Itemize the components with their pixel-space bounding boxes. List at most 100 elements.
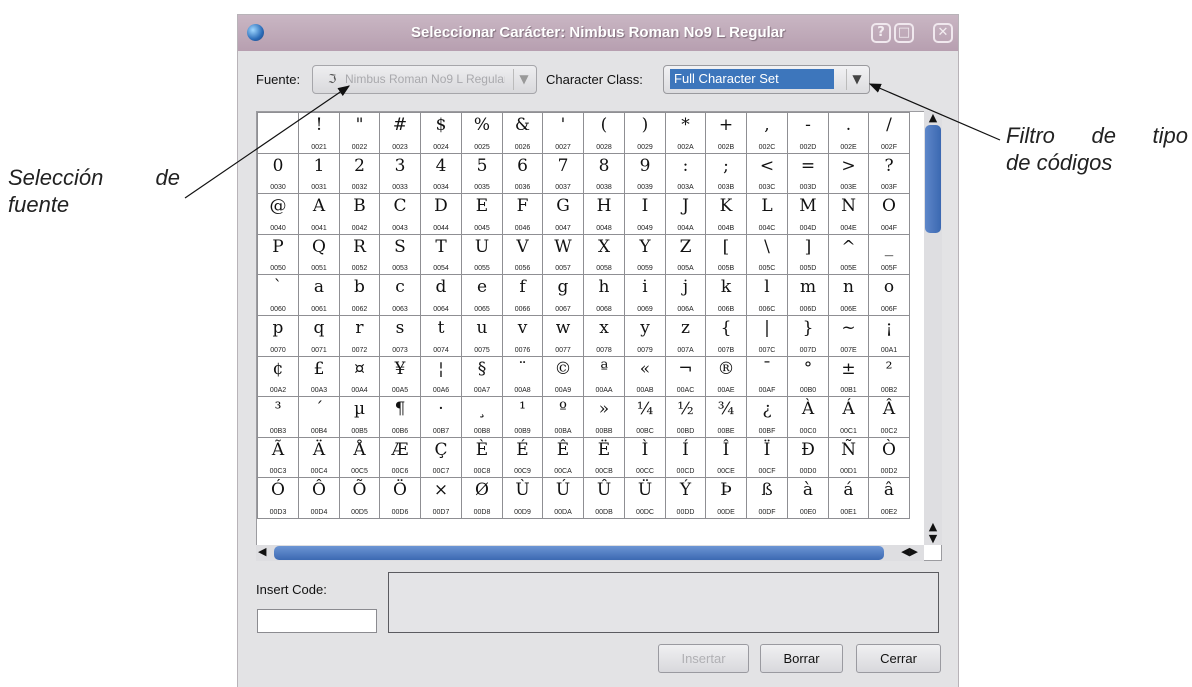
character-cell[interactable]: s 0073 [379,315,421,357]
character-cell[interactable]: © 00A9 [542,356,584,397]
character-cell[interactable]: Å 00C5 [339,437,380,478]
clear-button[interactable]: Borrar [760,644,843,673]
character-cell[interactable]: #0023 [379,112,421,154]
character-cell[interactable] [257,112,299,154]
character-cell[interactable]: U 0055 [461,234,503,275]
character-cell[interactable]: / 002F [868,112,910,154]
character-cell[interactable]: c 0063 [379,274,421,316]
character-cell[interactable]: « 00AB [624,356,666,397]
character-cell[interactable]: W 0057 [542,234,584,275]
character-cell[interactable]: & 0026 [502,112,543,154]
character-cell[interactable]: ¨ 00A8 [502,356,543,397]
character-cell[interactable]: i 0069 [624,274,666,316]
insert-code-input[interactable] [257,609,377,633]
character-cell[interactable]: * 002A [665,112,706,154]
character-cell[interactable]: x 0078 [583,315,625,357]
character-cell[interactable]: Y 0059 [624,234,666,275]
character-cell[interactable]: } 007D [787,315,829,357]
character-cell[interactable]: j 006A [665,274,706,316]
character-cell[interactable]: Á 00C1 [828,396,869,438]
character-cell[interactable]: Ö 00D6 [379,477,421,519]
character-cell[interactable]: ±00B1 [828,356,869,397]
character-cell[interactable]: 9 0039 [624,153,666,194]
character-cell[interactable]: t 0074 [420,315,462,357]
character-cell[interactable]: r 0072 [339,315,380,357]
character-cell[interactable]: · 00B7 [420,396,462,438]
character-cell[interactable]: ¢ 00A2 [257,356,299,397]
character-cell[interactable]: +002B [705,112,747,154]
character-cell[interactable]: V 0056 [502,234,543,275]
character-cell[interactable]: M 004D [787,193,829,235]
character-cell[interactable]: ¯ 00AF [746,356,788,397]
character-cell[interactable]: K 004B [705,193,747,235]
character-cell[interactable]: G 0047 [542,193,584,235]
help-button[interactable]: ? [871,23,891,43]
character-cell[interactable]: Û 00DB [583,477,625,519]
scroll-up-icon[interactable]: ▲ [924,111,942,125]
character-cell[interactable]: ´ 00B4 [298,396,340,438]
character-cell[interactable]: Ã 00C3 [257,437,299,478]
character-cell[interactable]: {007B [705,315,747,357]
character-cell[interactable]: q 0071 [298,315,340,357]
character-cell[interactable]: ¾ 00BE [705,396,747,438]
character-cell[interactable]: ' 0027 [542,112,584,154]
character-cell[interactable]: Ù 00D9 [502,477,543,519]
character-cell[interactable]: l 006C [746,274,788,316]
character-cell[interactable]: C 0043 [379,193,421,235]
vertical-scrollbar[interactable]: ▲ ▲ ▼ [924,111,942,545]
character-cell[interactable]: [005B [705,234,747,275]
close-window-button[interactable]: ✕ [933,23,953,43]
character-cell[interactable]: : 003A [665,153,706,194]
horizontal-scroll-thumb[interactable] [274,546,884,560]
character-cell[interactable]: E 0045 [461,193,503,235]
character-cell[interactable]: " 0022 [339,112,380,154]
character-cell[interactable]: $0024 [420,112,462,154]
character-cell[interactable]: Æ 00C6 [379,437,421,478]
character-cell[interactable]: k 006B [705,274,747,316]
character-cell[interactable]: F 0046 [502,193,543,235]
character-cell[interactable]: É 00C9 [502,437,543,478]
character-cell[interactable]: Õ 00D5 [339,477,380,519]
character-cell[interactable]: 8 0038 [583,153,625,194]
character-cell[interactable]: I 0049 [624,193,666,235]
character-cell[interactable]: \ 005C [746,234,788,275]
character-cell[interactable]: Ó 00D3 [257,477,299,519]
title-bar[interactable]: Seleccionar Carácter: Nimbus Roman No9 L… [238,15,958,51]
character-cell[interactable]: ½ 00BD [665,396,706,438]
character-cell[interactable]: | 007C [746,315,788,357]
character-cell[interactable]: á 00E1 [828,477,869,519]
character-cell[interactable]: º 00BA [542,396,584,438]
character-cell[interactable]: b 0062 [339,274,380,316]
character-cell[interactable]: 6 0036 [502,153,543,194]
character-cell[interactable]: ] 005D [787,234,829,275]
character-cell[interactable]: » 00BB [583,396,625,438]
character-cell[interactable]: × 00D7 [420,477,462,519]
character-cell[interactable]: ¿ 00BF [746,396,788,438]
character-cell[interactable]: 1 0031 [298,153,340,194]
character-cell[interactable]: § 00A7 [461,356,503,397]
character-cell[interactable]: Ô 00D4 [298,477,340,519]
character-cell[interactable]: J 004A [665,193,706,235]
character-cell[interactable]: T 0054 [420,234,462,275]
insert-button[interactable]: Insertar [658,644,749,673]
character-cell[interactable]: ? 003F [868,153,910,194]
character-cell[interactable]: N 004E [828,193,869,235]
close-button[interactable]: Cerrar [856,644,941,673]
character-cell[interactable]: Ü 00DC [624,477,666,519]
character-cell[interactable]: ¼ 00BC [624,396,666,438]
character-cell[interactable]: . 002E [828,112,869,154]
chevron-down-icon[interactable]: ▼ [846,69,867,90]
character-cell[interactable]: a 0061 [298,274,340,316]
character-cell[interactable]: µ 00B5 [339,396,380,438]
character-cell[interactable]: Ä 00C4 [298,437,340,478]
character-cell[interactable]: D 0044 [420,193,462,235]
character-cell[interactable]: ® 00AE [705,356,747,397]
character-cell[interactable]: m 006D [787,274,829,316]
character-cell[interactable]: ¥00A5 [379,356,421,397]
character-cell[interactable]: ª 00AA [583,356,625,397]
scroll-left-right-icon[interactable]: ◀▶ [901,545,918,558]
character-cell[interactable]: È 00C8 [461,437,503,478]
character-cell[interactable]: v 0076 [502,315,543,357]
character-cell[interactable]: 7 0037 [542,153,584,194]
maximize-button[interactable]: □ [894,23,914,43]
